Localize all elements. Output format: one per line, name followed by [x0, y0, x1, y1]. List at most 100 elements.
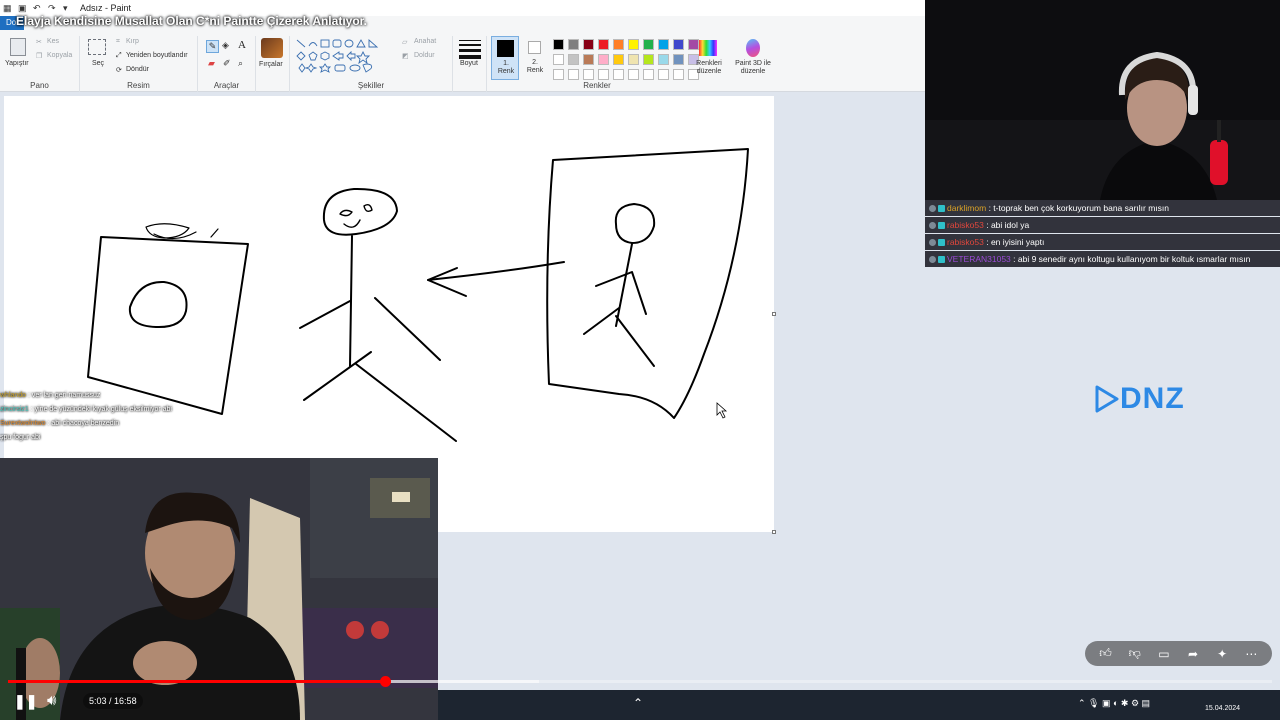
- tray-icons[interactable]: ⌃ 🎙︎ ▣ ◐ ✱ ⚙ ▤: [1078, 698, 1150, 709]
- paint3d-button[interactable]: Paint 3D ile düzenle: [732, 60, 774, 76]
- custom-color-slot[interactable]: [673, 69, 684, 80]
- eraser-icon[interactable]: ▰: [208, 58, 215, 69]
- color2-selector[interactable]: 2. Renk: [523, 36, 547, 80]
- chat-text: : yine de yüzündeki kıyak güluş eksilmiy…: [28, 406, 172, 413]
- color-swatch[interactable]: [628, 39, 639, 50]
- scrubber-handle[interactable]: [379, 676, 391, 687]
- crop-button[interactable]: Kırp: [126, 38, 139, 45]
- size-icon[interactable]: [459, 40, 481, 59]
- redo-icon[interactable]: ↷: [48, 3, 57, 13]
- resize-handle-corner[interactable]: [772, 530, 776, 534]
- color-swatch[interactable]: [568, 54, 579, 65]
- custom-color-slot[interactable]: [628, 69, 639, 80]
- outline-icon[interactable]: ▱: [402, 38, 407, 46]
- pause-icon[interactable]: ❚❚: [14, 693, 37, 710]
- color-swatch[interactable]: [598, 39, 609, 50]
- color-swatch[interactable]: [673, 54, 684, 65]
- color-swatch[interactable]: [628, 54, 639, 65]
- time-display: 5:03 / 16:58: [83, 693, 143, 709]
- edit-colors-button[interactable]: Renkleri düzenle: [694, 60, 724, 76]
- select-icon[interactable]: [88, 39, 106, 55]
- color-swatch[interactable]: [583, 54, 594, 65]
- share-icon[interactable]: ➦: [1185, 647, 1201, 661]
- color-swatch[interactable]: [658, 39, 669, 50]
- windows-taskbar: ⌃ ⌃ 🎙︎ ▣ ◐ ✱ ⚙ ▤ 15.04.2024: [438, 690, 1280, 720]
- undo-icon[interactable]: ↶: [33, 3, 42, 13]
- video-progress-bar[interactable]: [8, 676, 1272, 687]
- outline-dropdown[interactable]: Anahat: [414, 38, 436, 45]
- save-icon[interactable]: ▣: [18, 3, 27, 13]
- more-icon[interactable]: ⋯: [1243, 647, 1259, 661]
- copy-button[interactable]: Kopyala: [47, 52, 72, 59]
- paste-button[interactable]: Yapıştır: [5, 60, 29, 67]
- color-swatch[interactable]: [643, 39, 654, 50]
- color-swatch[interactable]: [688, 39, 699, 50]
- chat-username: zincirsiz1: [0, 406, 29, 413]
- cut-button[interactable]: Kes: [47, 38, 59, 45]
- custom-color-slot[interactable]: [583, 69, 594, 80]
- custom-color-slot[interactable]: [613, 69, 624, 80]
- color-swatch[interactable]: [568, 39, 579, 50]
- group-size: Boyut: [453, 36, 487, 92]
- group-image: Seç ⌗ Kırp ⤢ Yeniden boyutlandır ⟳ Döndü…: [80, 36, 198, 92]
- fill-shape-icon[interactable]: ◩: [402, 52, 409, 60]
- dislike-icon[interactable]: 👎︎: [1127, 646, 1143, 661]
- left-chat-message: Surextwolntwo : abi chacoya benzedin: [0, 420, 119, 427]
- custom-color-slot[interactable]: [658, 69, 669, 80]
- crop-icon[interactable]: ⌗: [116, 38, 120, 46]
- group-colors: 1. Renk 2. Renk Renkleri düzenle Paint 3…: [487, 36, 780, 92]
- custom-color-slot[interactable]: [643, 69, 654, 80]
- brushes-button[interactable]: Fırçalar: [259, 61, 283, 68]
- shapes-gallery-icon[interactable]: [295, 38, 395, 74]
- rotate-button[interactable]: Döndür: [126, 66, 149, 73]
- resize-button[interactable]: Yeniden boyutlandır: [126, 52, 188, 59]
- figure-face-drawing: [339, 203, 373, 228]
- like-icon[interactable]: 👍︎: [1098, 646, 1114, 661]
- color-swatch[interactable]: [583, 39, 594, 50]
- resize-handle-right[interactable]: [772, 312, 776, 316]
- pencil-icon[interactable]: ✎: [206, 40, 219, 53]
- chat-text: : en iyisini yaptı: [986, 237, 1045, 247]
- magnifier-icon[interactable]: ⌕: [238, 58, 243, 69]
- custom-color-slot[interactable]: [568, 69, 579, 80]
- edit-colors-icon[interactable]: [699, 40, 717, 56]
- volume-icon[interactable]: 🔊︎: [47, 692, 56, 709]
- group-shapes: ▱ Anahat ◩ Doldur Şekiller: [290, 36, 453, 92]
- text-icon[interactable]: A: [238, 39, 246, 51]
- copy-icon[interactable]: ❐: [36, 52, 42, 60]
- color-swatch[interactable]: [658, 54, 669, 65]
- chat-text: : abi 9 senedir aynı koltugu kullanıyom …: [1013, 254, 1251, 264]
- chevron-up-icon[interactable]: ⌃: [633, 696, 643, 710]
- chat-text: : abi idol ya: [986, 220, 1030, 230]
- color-swatch[interactable]: [673, 39, 684, 50]
- color-swatch[interactable]: [598, 54, 609, 65]
- color-swatch[interactable]: [643, 54, 654, 65]
- right-chat-message: rabisko53 : en iyisini yaptı: [925, 234, 1280, 250]
- paint3d-icon[interactable]: [746, 39, 760, 57]
- comment-icon[interactable]: ▭: [1156, 647, 1172, 661]
- remix-icon[interactable]: ✦: [1214, 647, 1230, 661]
- custom-color-slot[interactable]: [598, 69, 609, 80]
- chat-badge-icon: [938, 239, 945, 246]
- fill-icon[interactable]: ◈: [222, 40, 229, 51]
- chat-badge-icon: [938, 205, 945, 212]
- color1-selector[interactable]: 1. Renk: [491, 36, 519, 80]
- color-swatch[interactable]: [553, 54, 564, 65]
- paste-icon[interactable]: [10, 38, 26, 56]
- right-chat-message: rabisko53 : abi idol ya: [925, 217, 1280, 233]
- brush-icon[interactable]: [261, 38, 283, 58]
- customize-dropdown-icon[interactable]: ▾: [63, 3, 72, 13]
- color-swatch[interactable]: [613, 54, 624, 65]
- color-swatch[interactable]: [613, 39, 624, 50]
- color-picker-icon[interactable]: ✐: [223, 58, 231, 69]
- resize-icon[interactable]: ⤢: [116, 52, 122, 60]
- cut-icon[interactable]: ✂: [36, 38, 42, 46]
- custom-color-slot[interactable]: [553, 69, 564, 80]
- select-button[interactable]: Seç: [92, 60, 104, 67]
- size-button[interactable]: Boyut: [460, 60, 478, 67]
- color-swatch[interactable]: [553, 39, 564, 50]
- chat-badge-icon: [929, 205, 936, 212]
- figure-head-drawing: [322, 187, 398, 236]
- fill-dropdown[interactable]: Doldur: [414, 52, 435, 59]
- rotate-icon[interactable]: ⟳: [116, 66, 122, 74]
